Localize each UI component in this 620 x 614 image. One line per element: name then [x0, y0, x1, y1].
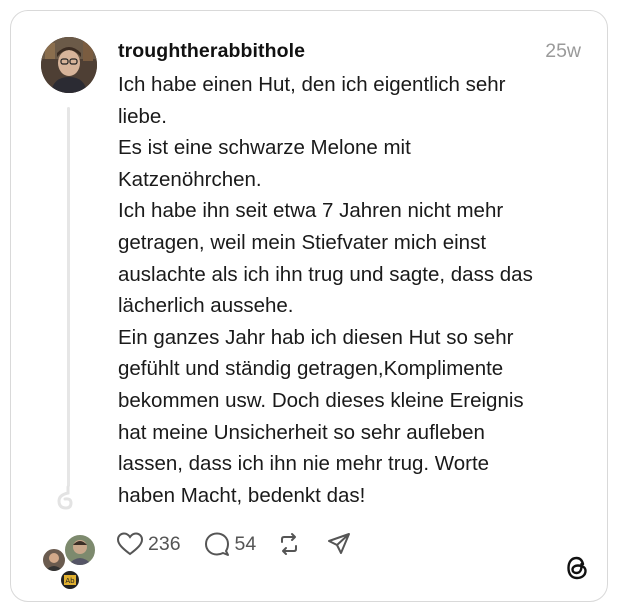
post-line: gefühlt und ständig getragen,Komplimente	[118, 357, 504, 381]
user-avatar[interactable]	[41, 37, 97, 93]
post-line: Katzenöhrchen.	[118, 167, 262, 191]
like-button[interactable]: 236	[116, 531, 181, 557]
post-line: getragen, weil mein Stiefvater mich eins…	[118, 230, 487, 254]
post-line: lächerlich aussehe.	[118, 294, 294, 318]
reply-avatar: Ab	[59, 569, 81, 591]
action-bar: 236 54	[116, 529, 368, 559]
post-line: bekommen usw. Doch dieses kleine Ereigni…	[118, 388, 524, 412]
post-username[interactable]: troughtherabbithole	[118, 40, 305, 63]
post-timestamp: 25w	[545, 40, 581, 62]
comment-count: 54	[234, 532, 257, 555]
post-line: Ein ganzes Jahr hab ich diesen Hut so se…	[118, 325, 514, 349]
threads-logo-icon	[567, 556, 587, 580]
post-line: lassen, dass ich ihn nie mehr trug. Wort…	[118, 452, 490, 476]
reply-avatars[interactable]: Ab	[41, 533, 107, 593]
post-line: Ich habe ihn seit etwa 7 Jahren nicht me…	[118, 199, 504, 223]
repost-icon	[281, 533, 298, 555]
post-line: hat meine Unsicherheit so sehr aufleben	[118, 420, 485, 444]
heart-icon	[116, 532, 144, 556]
post-body: Ich habe einen Hut, den ich eigentlich s…	[118, 69, 588, 511]
share-icon	[328, 533, 351, 554]
comment-button[interactable]: 54	[203, 531, 257, 557]
post-line: Ich habe einen Hut, den ich eigentlich s…	[118, 73, 506, 96]
comment-icon	[204, 532, 229, 556]
post-line: liebe.	[118, 104, 168, 128]
avatar-image	[41, 37, 97, 93]
post-line: Es ist eine schwarze Melone mit	[118, 136, 411, 160]
svg-text:Ab: Ab	[65, 577, 75, 585]
repost-button[interactable]	[276, 531, 302, 557]
thread-loop-icon	[57, 485, 73, 510]
post-line: haben Macht, bedenkt das!	[118, 483, 366, 507]
reply-avatar	[63, 533, 97, 567]
post-card: troughtherabbithole 25w Ich habe einen H…	[10, 10, 608, 602]
share-button[interactable]	[326, 531, 352, 557]
like-count: 236	[148, 532, 181, 555]
post-line: auslachte als ich ihn trug und sagte, da…	[118, 262, 533, 286]
thread-line	[67, 107, 70, 487]
